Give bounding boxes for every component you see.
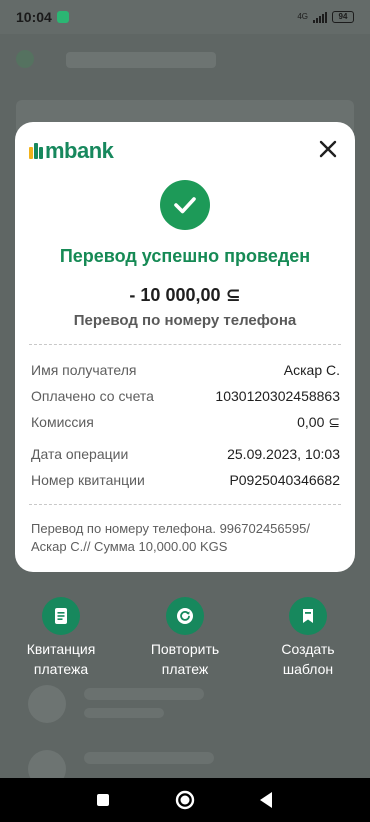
create-template-button[interactable]: Создать шаблон <box>248 597 368 679</box>
system-nav-bar <box>0 778 370 822</box>
close-button[interactable] <box>317 138 339 160</box>
detail-row-recipient: Имя получателя Аскар С. <box>31 362 340 378</box>
home-circle-icon <box>175 790 195 810</box>
divider <box>29 344 341 345</box>
receipt-button-label: Квитанция платежа <box>26 641 96 677</box>
bookmark-icon <box>289 597 327 635</box>
detail-row-date: Дата операции 25.09.2023, 10:03 <box>31 446 340 462</box>
close-icon <box>319 140 337 158</box>
back-button[interactable] <box>258 791 274 814</box>
receipt-icon <box>42 597 80 635</box>
detail-row-receipt-number: Номер квитанции P0925040346682 <box>31 472 340 488</box>
detail-label: Оплачено со счета <box>31 388 154 404</box>
network-type: 4G <box>297 12 308 21</box>
repeat-payment-label: Повторить платеж <box>150 641 220 677</box>
home-button[interactable] <box>175 790 195 815</box>
detail-value: 0,00 ⊆ <box>297 414 340 430</box>
square-icon <box>97 794 109 806</box>
notification-app-icon <box>56 11 69 23</box>
detail-row-account: Оплачено со счета 1030120302458863 <box>31 388 340 404</box>
detail-row-commission: Комиссия 0,00 ⊆ <box>31 414 340 431</box>
background-list-item <box>84 688 204 700</box>
detail-value: 1030120302458863 <box>215 388 340 404</box>
divider <box>29 504 341 505</box>
background-list-item <box>84 708 164 718</box>
background-title-placeholder <box>66 52 216 68</box>
detail-value: 25.09.2023, 10:03 <box>227 446 340 462</box>
transfer-amount: - 10 000,00 ⊆ <box>129 285 241 305</box>
create-template-label: Создать шаблон <box>281 641 335 677</box>
detail-label: Дата операции <box>31 446 129 462</box>
detail-label: Имя получателя <box>31 362 137 378</box>
background-avatar <box>28 685 66 723</box>
status-time: 10:04 <box>16 9 52 25</box>
transfer-success-modal: mbank Перевод успешно проведен - 10 000,… <box>15 122 355 572</box>
repeat-payment-button[interactable]: Повторить платеж <box>125 597 245 679</box>
success-title: Перевод успешно проведен <box>59 246 311 266</box>
detail-label: Номер квитанции <box>31 472 145 488</box>
detail-label: Комиссия <box>31 414 94 430</box>
back-arrow-icon <box>16 50 34 68</box>
background-list-item <box>84 752 214 764</box>
recent-apps-button[interactable] <box>96 793 110 812</box>
success-check-icon <box>160 180 210 230</box>
brand-name: mbank <box>45 138 114 163</box>
status-indicators: 4G 94 <box>297 11 354 23</box>
mbank-logo: mbank <box>29 138 114 164</box>
status-bar: 10:04 4G 94 <box>0 0 370 34</box>
battery-icon: 94 <box>332 11 354 23</box>
signal-icon <box>313 11 327 23</box>
transfer-type: Перевод по номеру телефона <box>73 312 297 329</box>
receipt-button[interactable]: Квитанция платежа <box>1 597 121 679</box>
payment-description: Перевод по номеру телефона. 996702456595… <box>31 521 310 554</box>
background-header <box>0 34 370 84</box>
mbank-logo-mark <box>29 143 43 159</box>
repeat-icon <box>166 597 204 635</box>
detail-value: Аскар С. <box>283 362 340 378</box>
back-triangle-icon <box>260 792 272 808</box>
detail-value: P0925040346682 <box>229 472 340 488</box>
